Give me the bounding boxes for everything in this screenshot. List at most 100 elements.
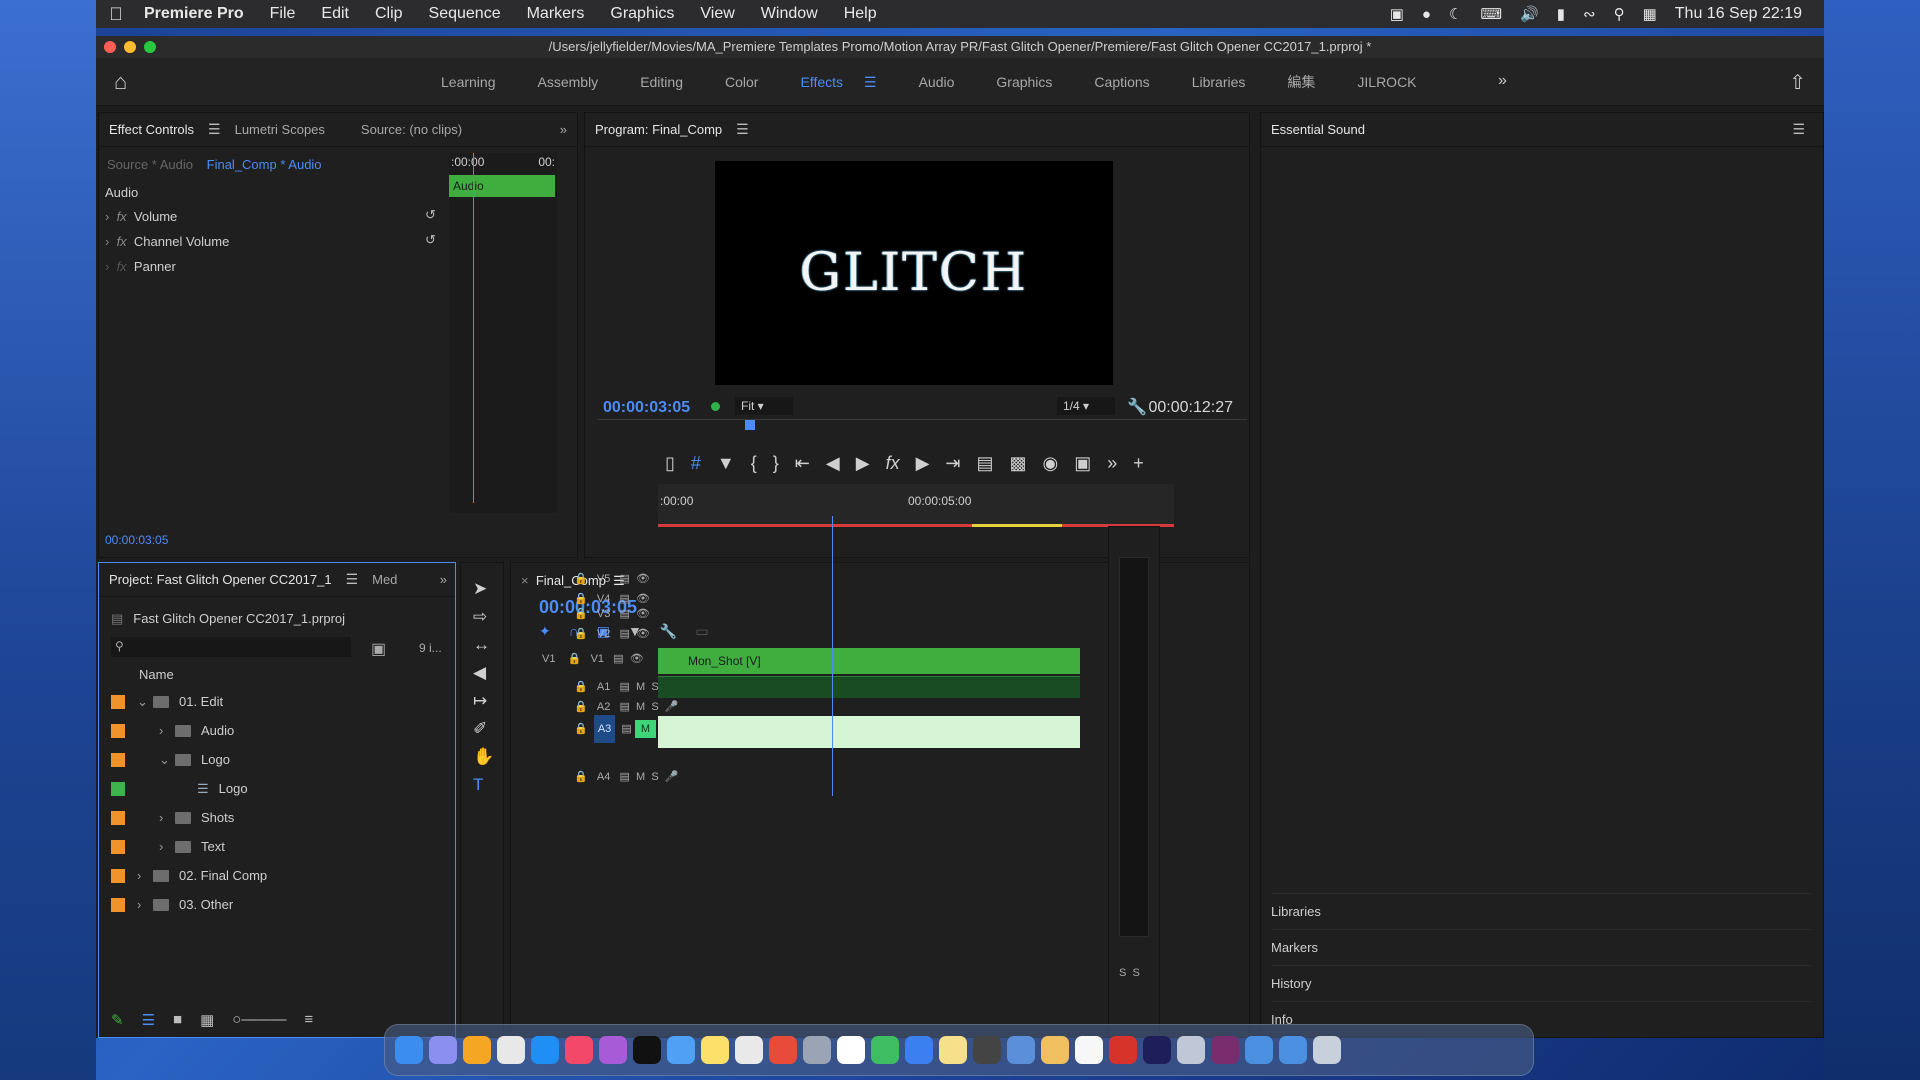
effect-playhead[interactable] (473, 153, 474, 503)
search-icon[interactable]: ⚲ (1614, 5, 1625, 23)
lock-icon[interactable]: 🔒 (574, 723, 588, 735)
slip-tool-icon[interactable]: ↦ (473, 691, 487, 711)
track-v1[interactable]: V1 🔒 V1 ▤ 👁 (542, 652, 644, 665)
workspace-color[interactable]: Color (704, 74, 779, 90)
freeform-view-icon[interactable]: ▦ (200, 1011, 214, 1029)
track-v5[interactable]: 🔒 V5 ▤ 👁 (574, 572, 650, 585)
sort-icon[interactable]: ≡ (304, 1011, 313, 1029)
sequence-clip-label[interactable]: Final_Comp * Audio (207, 157, 322, 172)
chevron-right-icon[interactable]: › (137, 897, 153, 912)
captions-icon[interactable]: ▭ (695, 623, 708, 640)
tab-project[interactable]: Project: Fast Glitch Opener CC2017_1 (109, 572, 332, 587)
mute-a4[interactable]: M (636, 771, 645, 783)
extract-button[interactable]: ▩ (1010, 453, 1027, 474)
project-search-input[interactable]: ⚲ (111, 637, 351, 657)
acrobat-icon[interactable] (1109, 1036, 1137, 1064)
selection-tool-icon[interactable]: ➤ (473, 579, 487, 599)
system-preferences-icon[interactable] (973, 1036, 1001, 1064)
audio-app-icon[interactable] (1041, 1036, 1069, 1064)
mail-icon[interactable] (667, 1036, 695, 1064)
track-a3[interactable]: 🔒 A3 ▤ M S (574, 715, 666, 754)
mute-a1[interactable]: M (636, 681, 645, 693)
track-select-tool-icon[interactable]: ⇨ (473, 607, 487, 627)
pencil-icon[interactable]: ✎ (111, 1011, 124, 1029)
list-view-icon[interactable]: ☰ (142, 1011, 155, 1029)
home-icon[interactable]: ⌂ (114, 70, 138, 94)
monday-icon[interactable] (1075, 1036, 1103, 1064)
volume-icon[interactable]: 🔊 (1520, 5, 1539, 23)
effect-source-selector[interactable]: Source * Audio Final_Comp * Audio (107, 157, 322, 172)
project-item[interactable]: ⌄ Logo (111, 745, 451, 774)
export-frame-icon[interactable]: ◉ (1043, 453, 1059, 474)
workspace-effects[interactable]: Effects (779, 74, 864, 90)
project-item[interactable]: › 03. Other (111, 890, 451, 919)
close-tab-icon[interactable]: × (521, 573, 529, 588)
project-item[interactable]: › Shots (111, 803, 451, 832)
lift-button[interactable]: ▤ (977, 453, 994, 474)
reset-volume-icon[interactable]: ↺ (425, 207, 436, 223)
label-color-swatch[interactable] (111, 694, 125, 709)
chevron-right-icon[interactable]: › (137, 868, 153, 883)
trash-icon[interactable] (1313, 1036, 1341, 1064)
razor-tool-icon[interactable]: ◀ (473, 663, 486, 683)
name-column-header[interactable]: Name (139, 667, 174, 682)
pencil-app-icon[interactable] (939, 1036, 967, 1064)
lock-icon[interactable]: 🔒 (574, 628, 588, 640)
apple-tv-icon[interactable] (633, 1036, 661, 1064)
program-current-time[interactable]: 00:00:03:05 (603, 399, 690, 417)
timeline-settings-icon[interactable]: 🔧 (660, 623, 677, 640)
solo-a4[interactable]: S (651, 771, 658, 783)
chevron-right-icon[interactable]: › (159, 810, 175, 825)
keyboard-icon[interactable]: ⌨ (1480, 5, 1502, 23)
finder-icon[interactable] (395, 1036, 423, 1064)
panel-overflow-icon[interactable]: » (560, 122, 567, 137)
label-color-swatch[interactable] (111, 868, 125, 883)
workspace-assembly[interactable]: Assembly (517, 74, 620, 90)
new-bin-icon[interactable]: ▣ (371, 639, 386, 659)
lock-icon[interactable]: 🔒 (574, 681, 588, 693)
add-button-icon[interactable]: + (1133, 453, 1144, 474)
tab-effect-controls[interactable]: Effect Controls (109, 122, 194, 137)
workspace-learning[interactable]: Learning (420, 74, 517, 90)
globe-icon-2[interactable] (1279, 1036, 1307, 1064)
globe-icon[interactable] (1245, 1036, 1273, 1064)
play-button[interactable]: ▶ (856, 453, 870, 474)
panel-menu-icon[interactable]: ☰ (346, 571, 359, 588)
photos-icon[interactable] (735, 1036, 763, 1064)
workspace-editing[interactable]: Editing (619, 74, 704, 90)
chevron-right-icon[interactable]: › (159, 839, 175, 854)
menu-view[interactable]: View (687, 5, 747, 23)
grid-button[interactable]: # (691, 453, 701, 474)
workspace-libraries[interactable]: Libraries (1171, 74, 1267, 90)
mute-a3-active[interactable]: M (634, 720, 657, 738)
effect-controls-time[interactable]: 00:00:03:05 (105, 533, 168, 547)
solo-a2[interactable]: S (651, 701, 658, 713)
chevron-right-icon[interactable]: › (159, 723, 175, 738)
minimize-window-button[interactable] (124, 41, 136, 53)
effect-channel-volume[interactable]: › fx Channel Volume (105, 234, 229, 249)
clip-a3-audio[interactable] (658, 716, 1080, 748)
menu-window[interactable]: Window (748, 5, 831, 23)
lock-icon[interactable]: 🔒 (574, 771, 588, 783)
premiere-pro-icon[interactable] (1143, 1036, 1171, 1064)
icon-view-icon[interactable]: ■ (173, 1011, 182, 1029)
effect-mini-timeline[interactable]: :00:00 00: Audio (449, 153, 557, 513)
app-menu[interactable]: Premiere Pro (136, 5, 257, 23)
project-item[interactable]: › Text (111, 832, 451, 861)
mark-out-button[interactable]: } (773, 453, 779, 474)
add-marker-button[interactable]: ▼ (717, 453, 735, 474)
books-icon[interactable] (463, 1036, 491, 1064)
pen-tool-icon[interactable]: ✐ (473, 719, 487, 739)
effect-panner[interactable]: › fx Panner (105, 259, 176, 274)
ripple-edit-tool-icon[interactable]: ↔ (473, 635, 490, 655)
wifi-icon[interactable]: ∾ (1583, 5, 1596, 23)
mark-in-button[interactable]: { (751, 453, 757, 474)
step-back-button[interactable]: ◀ (826, 453, 840, 474)
resolution-dropdown[interactable]: 1/4 ▾ (1057, 397, 1115, 415)
label-color-swatch[interactable] (111, 781, 125, 796)
project-item[interactable]: ☰ Logo (111, 774, 451, 803)
history-panel-link[interactable]: History (1271, 965, 1811, 1001)
audio-clip-bar[interactable]: Audio (449, 175, 555, 197)
nest-icon[interactable]: ✦ (539, 623, 551, 640)
label-color-swatch[interactable] (111, 723, 125, 738)
